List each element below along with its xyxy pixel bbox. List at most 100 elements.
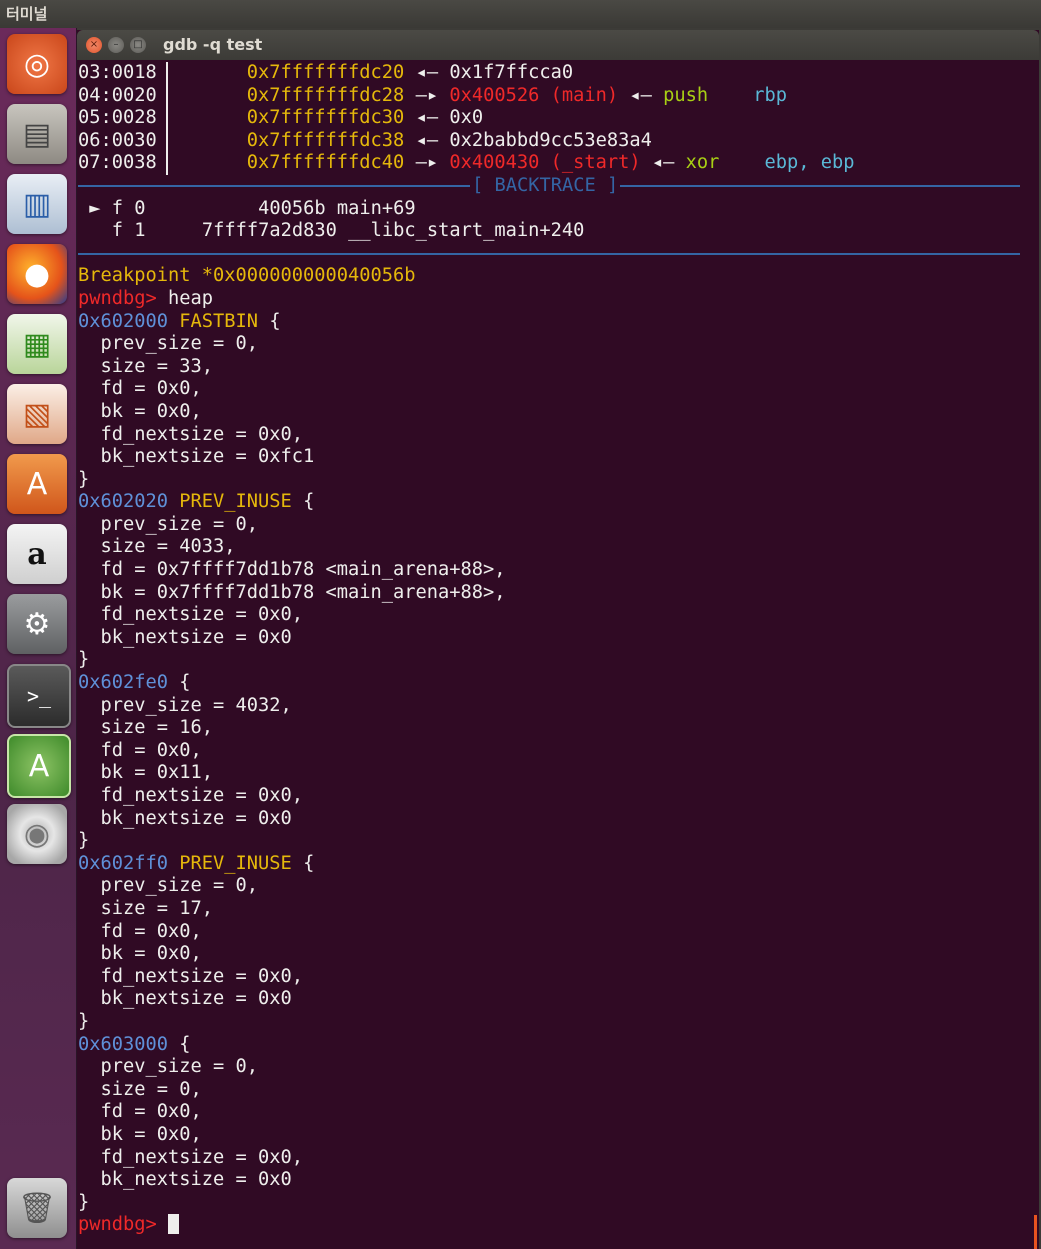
field-text: size = 16,	[100, 717, 214, 739]
chunk-address: 0x603000	[78, 1033, 169, 1055]
title-bar[interactable]: × – □ gdb -q test	[77, 30, 1039, 60]
chunk-field: bk = 0x11,	[78, 762, 1036, 785]
stack-offset: 07:0038	[78, 152, 157, 174]
chunk-field: fd_nextsize = 0x0,	[78, 424, 1036, 447]
stack-address: 0x7fffffffdc30	[246, 107, 405, 129]
chunk-header: 0x603000 {	[78, 1034, 1036, 1057]
chunk-field: fd = 0x0,	[78, 378, 1036, 401]
scrollbar[interactable]	[1034, 1215, 1037, 1249]
field-text: fd = 0x0,	[100, 378, 202, 400]
pointer-arrow: ◂—	[629, 84, 652, 106]
stack-offset: 05:0028	[78, 107, 157, 129]
chunk-header: 0x602fe0 {	[78, 672, 1036, 695]
stack-line: 03:0018 0x7fffffffdc20 ◂— 0x1f7ffcca0	[78, 62, 1036, 85]
launcher-impress-icon[interactable]: ▧	[7, 384, 67, 444]
window-title: gdb -q test	[163, 35, 263, 54]
stack-address: 0x7fffffffdc28	[246, 84, 405, 106]
stack-line: 05:0028 0x7fffffffdc30 ◂— 0x0	[78, 107, 1036, 130]
chunk-field: prev_size = 0,	[78, 333, 1036, 356]
chunk-footer: }	[78, 1011, 1036, 1034]
chunk-field: bk = 0x7ffff7dd1b78 <main_arena+88>,	[78, 582, 1036, 605]
launcher-software-center-icon[interactable]: A	[7, 454, 67, 514]
launcher-ubuntu-dash-icon[interactable]: ◎	[7, 34, 67, 94]
cursor[interactable]	[168, 1214, 180, 1235]
chunk-field: fd_nextsize = 0x0,	[78, 785, 1036, 808]
field-text: bk = 0x7ffff7dd1b78 <main_arena+88>,	[100, 581, 506, 603]
field-text: fd_nextsize = 0x0,	[100, 1146, 304, 1168]
chunk-field: bk_nextsize = 0x0	[78, 988, 1036, 1011]
chunk-field: bk_nextsize = 0x0	[78, 627, 1036, 650]
brace-open: {	[179, 1033, 191, 1055]
launcher-amazon-icon[interactable]: a	[7, 524, 67, 584]
launcher-writer-icon[interactable]: ▥	[7, 174, 67, 234]
launcher-system-settings-icon[interactable]: ⚙	[7, 594, 67, 654]
chunk-footer: }	[78, 469, 1036, 492]
launcher-software-updater-icon[interactable]: A	[7, 734, 71, 798]
chunk-field: prev_size = 0,	[78, 875, 1036, 898]
field-text: bk_nextsize = 0x0	[100, 807, 292, 829]
chunk-field: bk = 0x0,	[78, 401, 1036, 424]
field-text: fd_nextsize = 0x0,	[100, 965, 304, 987]
field-text: bk_nextsize = 0x0	[100, 626, 292, 648]
terminal-output[interactable]: 03:0018 0x7fffffffdc20 ◂— 0x1f7ffcca0 04:…	[78, 62, 1036, 1249]
launcher-firefox-icon[interactable]: ●	[7, 244, 67, 304]
launcher-files-icon[interactable]: ▤	[7, 104, 67, 164]
maximize-icon[interactable]: □	[130, 37, 146, 53]
chunk-footer: }	[78, 830, 1036, 853]
stack-line: 04:0020 0x7fffffffdc28 —▸ 0x400526 (main…	[78, 84, 1036, 108]
stack-value: 0x400526 (main)	[449, 84, 619, 106]
chunk-field: bk_nextsize = 0x0	[78, 808, 1036, 831]
stack-address: 0x7fffffffdc20	[246, 62, 405, 83]
brace-open: {	[179, 672, 191, 694]
chunk-footer: }	[78, 1192, 1036, 1215]
field-text: prev_size = 0,	[100, 875, 259, 897]
stack-value: 0x1f7ffcca0	[449, 62, 574, 83]
stack-line: 06:0030 0x7fffffffdc38 ◂— 0x2babbd9cc53e…	[78, 129, 1036, 153]
frame-marker	[89, 220, 100, 241]
launcher-terminal-icon[interactable]: >_	[7, 664, 71, 728]
field-text: bk = 0x0,	[100, 1123, 202, 1145]
chunk-field: prev_size = 4032,	[78, 695, 1036, 718]
field-text: fd = 0x0,	[100, 739, 202, 761]
instruction: push	[663, 84, 709, 106]
field-text: size = 17,	[100, 897, 214, 919]
chunk-address: 0x602fe0	[78, 672, 169, 694]
brace-open: {	[303, 491, 315, 513]
top-panel: 터미널	[0, 0, 1041, 28]
chunk-field: fd_nextsize = 0x0,	[78, 604, 1036, 627]
chunk-field: fd_nextsize = 0x0,	[78, 966, 1036, 989]
launcher-calc-icon[interactable]: ▦	[7, 314, 67, 374]
chunk-field: prev_size = 0,	[78, 1056, 1036, 1079]
brace-close: }	[78, 1191, 90, 1213]
stack-value: 0x0	[449, 107, 484, 129]
command-line: pwndbg> heap	[78, 288, 1036, 311]
chunk-header: 0x602000 FASTBIN {	[78, 311, 1036, 334]
stack-offset: 03:0018	[78, 62, 157, 83]
close-icon[interactable]: ×	[86, 37, 102, 53]
stack-offset: 04:0020	[78, 84, 157, 106]
field-text: fd = 0x7ffff7dd1b78 <main_arena+88>,	[100, 559, 506, 581]
stack-value: 0x400430 (_start)	[449, 152, 641, 174]
chunk-field: size = 0,	[78, 1079, 1036, 1102]
frame-address: 7ffff7a2d830	[201, 220, 337, 242]
backtrace-frame: f 1 7ffff7a2d830 __libc_start_main+240	[78, 220, 1036, 243]
breakpoint-message: Breakpoint *0x000000000040056b	[78, 265, 416, 287]
minimize-icon[interactable]: –	[108, 37, 124, 53]
frame-index: f 0	[111, 197, 146, 219]
launcher-trash-icon[interactable]: 🗑	[7, 1178, 67, 1238]
chunk-field: fd = 0x0,	[78, 921, 1036, 944]
brace-close: }	[78, 1010, 90, 1032]
brace-close: }	[78, 649, 90, 671]
brace-close: }	[78, 830, 90, 852]
stack-line: 07:0038 0x7fffffffdc40 —▸ 0x400430 (_sta…	[78, 152, 1036, 175]
chunk-field: bk = 0x0,	[78, 1124, 1036, 1147]
stack-separator	[166, 84, 168, 108]
brace-open: {	[303, 852, 315, 874]
launcher-dvd-icon[interactable]: ◉	[7, 804, 67, 864]
field-text: bk_nextsize = 0xfc1	[100, 446, 315, 468]
prompt: pwndbg>	[78, 287, 157, 309]
field-text: fd_nextsize = 0x0,	[100, 785, 304, 806]
field-text: prev_size = 0,	[100, 1056, 259, 1078]
chunk-field: fd = 0x0,	[78, 740, 1036, 763]
field-text: bk_nextsize = 0x0	[100, 1169, 292, 1191]
